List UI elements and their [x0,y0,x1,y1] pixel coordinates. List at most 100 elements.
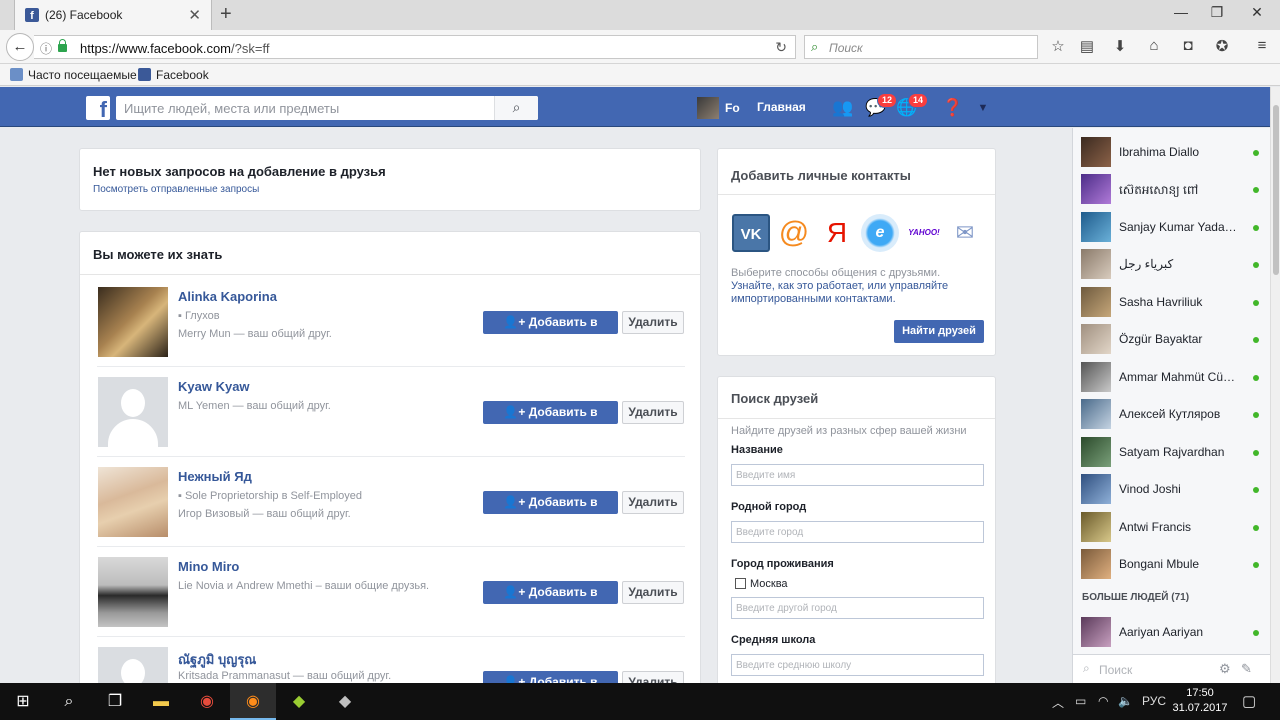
list-item: Alinka Kaporina ▪ Глухов Merry Mun — ваш… [97,277,685,367]
facebook-search-input[interactable]: Ищите людей, места или предметы ⌕ [116,96,538,120]
person-name[interactable]: Alinka Kaporina [178,289,277,304]
home-link[interactable]: Главная [757,100,806,114]
email-icon[interactable]: ✉ [946,214,984,252]
file-explorer-icon[interactable]: ▬ [138,683,184,720]
chat-contact[interactable]: ស៊េតអសោន្យ ពៅ [1081,173,1263,205]
chat-contact[interactable]: Vinod Joshi [1081,473,1263,505]
person-name[interactable]: Mino Miro [178,559,239,574]
yandex-icon[interactable]: Я [818,214,856,252]
remove-button[interactable]: Удалить [622,401,684,424]
scrollbar-thumb[interactable] [1273,105,1279,275]
reload-icon[interactable]: ↻ [775,39,787,56]
person-photo[interactable] [98,377,168,447]
firefox-icon[interactable]: ◉ [230,683,276,720]
requests-title: Нет новых запросов на добавление в друзь… [93,164,386,179]
hometown-field[interactable]: Введите город [731,521,984,543]
person-name[interactable]: Нежный Яд [178,469,252,484]
app-icon[interactable]: ◆ [276,683,322,720]
chat-contact[interactable]: Satyam Rajvardhan [1081,436,1263,468]
start-button-icon[interactable]: ⊞ [0,683,46,720]
remove-button[interactable]: Удалить [622,311,684,334]
bookmark-star-icon[interactable]: ☆ [1048,37,1068,55]
person-photo[interactable] [98,557,168,627]
mailru-icon[interactable]: @ [775,214,813,252]
wifi-icon[interactable]: ◠ [1098,694,1108,708]
search-icon[interactable]: ⌕ [46,683,92,720]
app-icon[interactable]: ◆ [322,683,368,720]
tray-expand-icon[interactable]: ︿ [1052,694,1064,711]
chat-contact[interactable]: Bongani Mbule [1081,548,1263,580]
pocket-icon[interactable]: ◘ [1178,37,1198,54]
compose-icon[interactable]: ✎ [1241,661,1252,677]
menu-icon[interactable]: ≡ [1252,37,1272,54]
chat-contact[interactable]: Алексей Кутляров [1081,398,1263,430]
volume-icon[interactable]: 🔈 [1118,694,1133,708]
person-photo[interactable] [98,467,168,537]
chrome-icon[interactable]: ◉ [184,683,230,720]
current-city-field[interactable]: Введите другой город [731,597,984,619]
remove-button[interactable]: Удалить [622,491,684,514]
messenger-icon[interactable]: e [861,214,899,252]
extension-icon[interactable]: ✪ [1212,37,1232,55]
notifications-icon[interactable]: 🌐 14 [896,93,929,118]
person-photo[interactable] [98,287,168,357]
minimize-icon[interactable]: — [1166,4,1196,20]
add-friend-button[interactable]: 👤+ Добавить в друзья [483,401,618,440]
sent-requests-link[interactable]: Посмотреть отправленные запросы [93,184,259,195]
input-language[interactable]: РУС [1142,694,1166,708]
person-name[interactable]: ณัฐภูมิ บุญรุณ [178,649,256,670]
messages-icon[interactable]: 💬 12 [865,93,898,118]
manage-contacts-link[interactable]: Узнайте, как это работает, или управляйт… [731,280,948,305]
notification-center-icon[interactable]: ▢ [1242,692,1256,710]
add-friend-button[interactable]: 👤+ Добавить в друзья [483,311,618,350]
name-field[interactable]: Введите имя [731,464,984,486]
info-icon[interactable]: ⓘ [40,40,52,57]
bookmark-folder-icon [10,68,23,81]
bookmark-facebook[interactable]: Facebook [138,68,209,82]
school-field[interactable]: Введите среднюю школу [731,654,984,676]
yahoo-icon[interactable]: YAHOO! [902,214,946,252]
avatar [1081,474,1111,504]
chat-search-input[interactable]: ⌕ Поиск ⚙ ✎ [1073,654,1270,683]
person-name[interactable]: Kyaw Kyaw [178,379,250,394]
facebook-logo-icon[interactable]: f [86,96,110,120]
clock[interactable]: 17:50 31.07.2017 [1170,686,1230,716]
find-friends-button[interactable]: Найти друзей [894,320,984,343]
gear-icon[interactable]: ⚙ [1219,661,1231,677]
maximize-icon[interactable]: ❐ [1202,4,1232,21]
moscow-checkbox[interactable]: Москва [735,578,788,590]
new-tab-button[interactable]: + [220,3,232,26]
friend-requests-icon[interactable]: 👥 [832,98,854,118]
chat-contact[interactable]: Antwi Francis [1081,511,1263,543]
chat-contact[interactable]: كبرياء رجل [1081,248,1263,280]
remove-button[interactable]: Удалить [622,581,684,604]
facebook-search-button[interactable]: ⌕ [494,96,538,120]
chat-contact[interactable]: Sanjay Kumar Yadav ... [1081,211,1263,243]
bookmark-most-visited[interactable]: Часто посещаемые [10,68,137,82]
chat-contact[interactable]: Özgür Bayaktar [1081,323,1263,355]
add-friend-button[interactable]: 👤+ Добавить в друзья [483,581,618,620]
downloads-icon[interactable]: ⬇ [1110,37,1130,55]
back-button[interactable]: ← [6,33,34,61]
task-view-icon[interactable]: ❐ [92,683,138,720]
page-scrollbar[interactable] [1270,87,1280,683]
online-indicator [1253,300,1259,306]
reading-list-icon[interactable]: ▤ [1077,37,1097,55]
chat-contact[interactable]: Ibrahima Diallo [1081,136,1263,168]
chat-contact[interactable]: Ammar Mahmüt Cünedi [1081,361,1263,393]
browser-tab[interactable]: f (26) Facebook ✕ [14,0,212,30]
tray-app-icon[interactable]: ▭ [1075,694,1086,708]
home-icon[interactable]: ⌂ [1144,37,1164,54]
chat-contact[interactable]: Aariyan Aariyan [1081,616,1263,648]
vk-icon[interactable]: VK [732,214,770,252]
list-item: Нежный Яд ▪ Sole Proprietorship в Self-E… [97,457,685,547]
help-icon[interactable]: ❓ [942,98,964,118]
chat-contact[interactable]: Sasha Havriliuk [1081,286,1263,318]
tab-close-icon[interactable]: ✕ [188,6,201,24]
address-bar[interactable]: ⓘ https://www.facebook.com/?sk=ff ↻ [34,35,796,59]
browser-search-box[interactable]: ⌕ Поиск [804,35,1038,59]
account-dropdown-icon[interactable]: ▼ [972,98,994,118]
window-close-icon[interactable]: ✕ [1242,4,1272,21]
clock-time: 17:50 [1186,687,1214,699]
add-friend-button[interactable]: 👤+ Добавить в друзья [483,491,618,530]
